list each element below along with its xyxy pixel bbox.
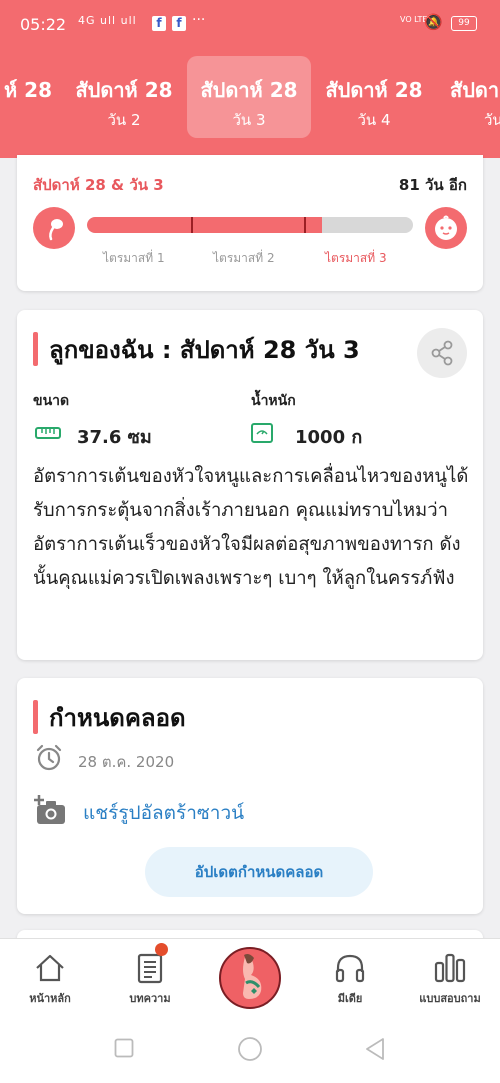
headphones-icon xyxy=(335,954,365,983)
tab-week-label: สัปดาห์ 28 xyxy=(75,78,173,102)
progress-fill xyxy=(87,217,322,233)
title-accent-bar xyxy=(33,332,38,366)
recents-button[interactable] xyxy=(114,1038,134,1058)
nav-articles[interactable]: บทความ xyxy=(100,939,200,1021)
scale-icon xyxy=(251,423,273,443)
my-baby-card: ลูกของฉัน : สัปดาห์ 28 วัน 3 ขนาด น้ำหนั… xyxy=(17,310,483,660)
nav-home-label: หน้าหลัก xyxy=(29,992,71,1005)
trimester-divider-1 xyxy=(191,217,193,233)
share-ultrasound-link[interactable]: แชร์รูปอัลตร้าซาวน์ xyxy=(83,798,244,828)
bar-chart-icon xyxy=(434,953,466,983)
pregnant-woman-icon xyxy=(243,954,262,999)
tab-week28-day1[interactable]: ห์ 28 1 xyxy=(0,56,52,138)
size-value: 37.6 ซม xyxy=(77,427,152,448)
title-accent-bar xyxy=(33,700,38,734)
embryo-icon xyxy=(33,207,75,249)
size-label: ขนาด xyxy=(33,393,70,409)
tab-day-label: วัน 3 xyxy=(232,111,266,129)
trimester-3-label: ไตรมาสที่ 3 xyxy=(325,251,387,265)
facebook-notification-icon: f xyxy=(152,16,166,31)
tab-day-label: วัน 4 xyxy=(357,111,391,129)
tab-week-label: สัปดาห์ 28 xyxy=(325,78,423,102)
baby-card-title: ลูกของฉัน : สัปดาห์ 28 วัน 3 xyxy=(49,336,360,364)
home-button[interactable] xyxy=(237,1036,263,1062)
nav-home[interactable]: หน้าหลัก xyxy=(0,939,100,1021)
weight-value: 1000 ก xyxy=(295,427,363,448)
due-date-value: 28 ต.ค. 2020 xyxy=(78,753,175,771)
system-navigation-bar xyxy=(0,1020,500,1083)
update-due-date-button[interactable]: อัปเดตกำหนดคลอด xyxy=(145,847,373,897)
share-icon xyxy=(431,340,453,366)
progress-bar xyxy=(87,217,413,233)
nav-media[interactable]: มีเดีย xyxy=(300,939,400,1021)
mute-icon: 🔕 xyxy=(424,13,443,31)
ruler-icon xyxy=(35,427,61,439)
tab-day-label: วัน xyxy=(484,111,500,129)
tab-week28-day3[interactable]: สัปดาห์ 28 วัน 3 xyxy=(187,56,311,138)
alarm-clock-icon xyxy=(36,744,62,771)
tab-week-label: สัปดาห์ 28 xyxy=(200,78,298,102)
week-day-tabs: ห์ 28 1 สัปดาห์ 28 วัน 2 สัปดาห์ 28 วัน … xyxy=(0,48,500,158)
notification-badge xyxy=(155,943,168,956)
nav-articles-label: บทความ xyxy=(129,992,171,1005)
bottom-navigation: หน้าหลัก บทความ มีเดีย แบบสอบถาม xyxy=(0,938,500,1021)
nav-polls-label: แบบสอบถาม xyxy=(419,992,481,1005)
tab-week28-day5[interactable]: สัปดา วัน xyxy=(440,56,500,138)
pregnancy-progress-card: สัปดาห์ 28 & วัน 3 81 วัน อีก ไตรมาสที่ … xyxy=(17,155,483,291)
trimester-2-label: ไตรมาสที่ 2 xyxy=(213,251,275,265)
battery-icon: 99 xyxy=(451,16,477,31)
add-photo-icon[interactable] xyxy=(33,794,67,826)
trimester-divider-2 xyxy=(304,217,306,233)
signal-icon: 4G ull ull xyxy=(78,14,137,27)
status-time: 05:22 xyxy=(20,15,67,34)
due-date-title: กำหนดคลอด xyxy=(49,704,186,732)
nav-media-label: มีเดีย xyxy=(337,992,363,1005)
tab-day-label: วัน 2 xyxy=(107,111,141,129)
days-left: 81 วัน อีก xyxy=(398,176,467,194)
tab-week-label: สัปดา xyxy=(450,78,500,102)
nav-polls[interactable]: แบบสอบถาม xyxy=(400,939,500,1021)
home-icon xyxy=(36,954,64,982)
back-button[interactable] xyxy=(364,1037,386,1061)
tab-week28-day4[interactable]: สัปดาห์ 28 วัน 4 xyxy=(312,56,436,138)
trimester-1-label: ไตรมาสที่ 1 xyxy=(103,251,165,265)
articles-icon xyxy=(137,953,163,984)
due-date-card: กำหนดคลอด 28 ต.ค. 2020 แชร์รูปอัลตร้าซาว… xyxy=(17,678,483,914)
share-button[interactable] xyxy=(417,328,467,378)
status-bar: 05:22 4G ull ull f f ··· VO LTE 🔕 99 xyxy=(0,0,500,48)
progress-title: สัปดาห์ 28 & วัน 3 xyxy=(33,176,164,194)
nav-pregnancy-center[interactable] xyxy=(219,947,281,1009)
tab-week28-day2[interactable]: สัปดาห์ 28 วัน 2 xyxy=(62,56,186,138)
weight-label: น้ำหนัก xyxy=(251,393,296,409)
baby-face-icon xyxy=(425,207,467,249)
facebook-notification-icon-2: f xyxy=(172,16,186,31)
baby-description: อัตราการเต้นของหัวใจหนูและการเคลื่อนไหวข… xyxy=(33,466,469,589)
more-notifications-icon: ··· xyxy=(192,12,206,28)
